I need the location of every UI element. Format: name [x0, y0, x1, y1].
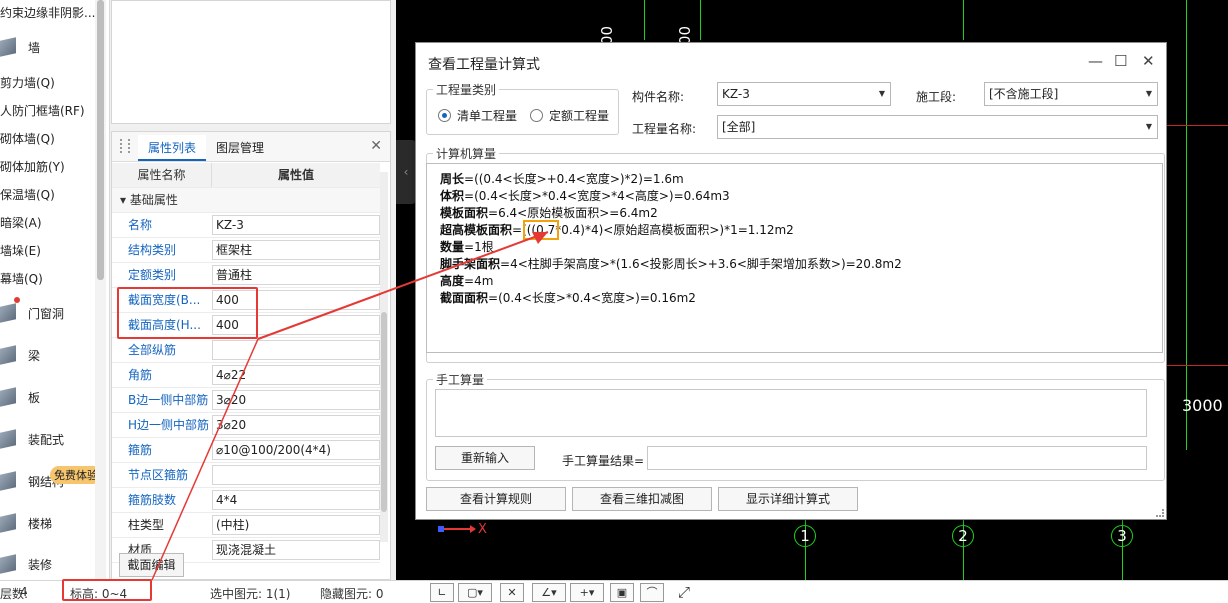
annotation-arrow: [151, 231, 549, 581]
